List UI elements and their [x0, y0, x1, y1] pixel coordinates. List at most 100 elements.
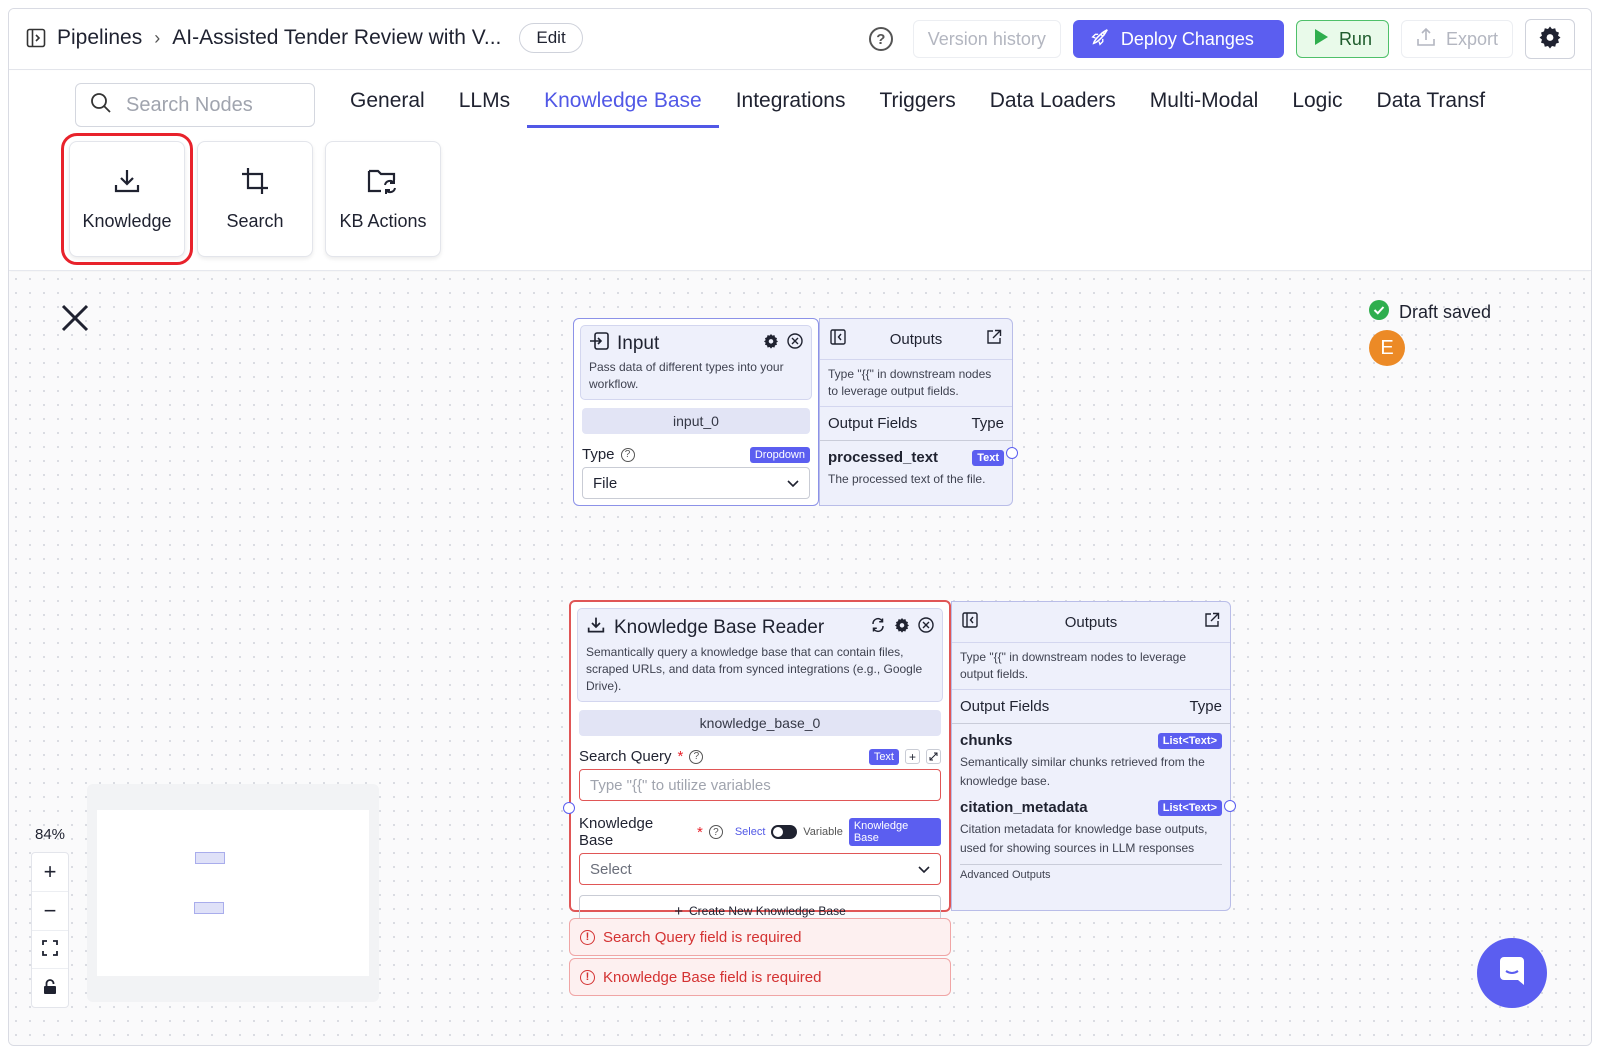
- tab-data-loaders[interactable]: Data Loaders: [973, 83, 1133, 128]
- version-history-button[interactable]: Version history: [912, 20, 1061, 58]
- breadcrumb-separator: ›: [154, 27, 161, 48]
- output-field-name: processed_text: [828, 449, 939, 466]
- input-node-header: Input Pass data of different types into …: [580, 325, 812, 400]
- plus-icon[interactable]: +: [905, 749, 920, 764]
- advanced-outputs-label: Advanced Outputs: [960, 869, 1051, 881]
- close-icon[interactable]: [59, 302, 91, 334]
- search-nodes-box[interactable]: [75, 83, 315, 127]
- workflow-canvas[interactable]: Draft saved E Input Pass data of differe…: [9, 272, 1591, 1045]
- output-type-chip: Text: [972, 449, 1004, 466]
- settings-button[interactable]: [1525, 19, 1575, 59]
- search-nodes-input[interactable]: [126, 93, 296, 117]
- minimap-node: [195, 852, 225, 864]
- input-node[interactable]: Input Pass data of different types into …: [573, 318, 819, 506]
- gear-icon[interactable]: [763, 333, 779, 354]
- search-query-placeholder: Type "{{" to utilize variables: [590, 776, 771, 794]
- run-button[interactable]: Run: [1295, 20, 1389, 58]
- question-icon: ?: [708, 825, 723, 839]
- close-circle-icon[interactable]: [918, 617, 934, 638]
- input-node-name[interactable]: input_0: [582, 408, 810, 434]
- edit-name-button[interactable]: Edit: [519, 23, 583, 53]
- expand-icon[interactable]: [926, 749, 941, 764]
- chat-icon: [1496, 955, 1528, 992]
- search-query-label: Search Query: [579, 748, 672, 765]
- breadcrumb-pipelines-link[interactable]: Pipelines: [57, 26, 142, 50]
- tab-data-transform[interactable]: Data Transf: [1360, 83, 1503, 128]
- input-outputs-panel: Outputs Type "{{" in downstream nodes to…: [819, 318, 1013, 506]
- help-icon[interactable]: ?: [868, 27, 893, 51]
- download-icon: [586, 615, 606, 640]
- knowledge-node-card[interactable]: Knowledge: [61, 133, 193, 265]
- deploy-changes-button[interactable]: Deploy Changes: [1072, 20, 1284, 58]
- knowledge-base-error-text: Knowledge Base field is required: [603, 968, 822, 986]
- tab-llms[interactable]: LLMs: [442, 83, 527, 128]
- app-window: Pipelines › AI-Assisted Tender Review wi…: [8, 8, 1592, 1046]
- chevron-down-icon: [787, 475, 799, 492]
- tab-multi-modal[interactable]: Multi-Modal: [1133, 83, 1276, 128]
- type-select[interactable]: File: [582, 467, 810, 499]
- plus-icon: +: [674, 902, 683, 920]
- search-node-card[interactable]: Search: [197, 141, 313, 257]
- dropdown-chip: Dropdown: [749, 446, 810, 463]
- output-field-citation-metadata: citation_metadata List<Text> Citation me…: [952, 791, 1230, 858]
- knowledge-base-select[interactable]: Select: [579, 853, 941, 885]
- output-type-chip: List<Text>: [1157, 799, 1222, 816]
- lock-button[interactable]: [32, 969, 68, 1007]
- output-field-description: Citation metadata for knowledge base out…: [960, 822, 1208, 855]
- crop-icon: [240, 166, 270, 201]
- fit-view-button[interactable]: [32, 931, 68, 970]
- knowledge-base-label: Knowledge Base: [579, 815, 654, 849]
- close-circle-icon[interactable]: [787, 333, 803, 354]
- select-variable-toggle[interactable]: [771, 825, 798, 839]
- create-kb-label: Create New Knowledge Base: [689, 904, 846, 918]
- output-fields-header: Output Fields Type: [820, 407, 1012, 441]
- required-asterisk: *: [677, 748, 684, 765]
- advanced-outputs-toggle[interactable]: Advanced Outputs: [960, 864, 1222, 881]
- zoom-out-button[interactable]: −: [32, 892, 68, 931]
- kb-actions-node-card[interactable]: KB Actions: [325, 141, 441, 257]
- tab-knowledge-base[interactable]: Knowledge Base: [527, 83, 719, 128]
- toggle-variable-label: Variable: [803, 826, 843, 838]
- export-button[interactable]: Export: [1400, 20, 1513, 58]
- kb-node-name[interactable]: knowledge_base_0: [579, 710, 941, 736]
- search-query-error-text: Search Query field is required: [603, 928, 802, 946]
- avatar[interactable]: E: [1369, 330, 1405, 366]
- tab-triggers[interactable]: Triggers: [862, 83, 972, 128]
- type-column-label: Type: [971, 415, 1004, 432]
- alert-circle-icon: !: [580, 969, 595, 985]
- question-icon: ?: [620, 447, 635, 462]
- refresh-icon[interactable]: [870, 617, 886, 638]
- search-icon: [90, 92, 112, 119]
- toolbar-actions: ? Version history Deploy Changes Run Exp…: [868, 19, 1575, 59]
- tab-logic[interactable]: Logic: [1275, 83, 1359, 128]
- tab-integrations[interactable]: Integrations: [719, 83, 863, 128]
- tab-general[interactable]: General: [333, 83, 442, 128]
- knowledge-base-error: ! Knowledge Base field is required: [569, 958, 951, 996]
- search-query-input[interactable]: Type "{{" to utilize variables: [579, 769, 941, 801]
- chat-launcher-button[interactable]: [1477, 938, 1547, 1008]
- play-icon: [1313, 28, 1329, 51]
- output-field-chunks: chunks List<Text> Semantically similar c…: [952, 724, 1230, 791]
- kb-input-handle[interactable]: [563, 802, 575, 814]
- kb-output-handle[interactable]: [1224, 800, 1236, 812]
- knowledge-base-reader-node[interactable]: Knowledge Base Reader Semantically query…: [569, 600, 951, 927]
- text-chip: Text: [868, 748, 899, 765]
- external-link-icon[interactable]: [1204, 612, 1220, 632]
- sidebar-toggle-icon[interactable]: [25, 27, 47, 49]
- zoom-controls: + −: [31, 852, 69, 1008]
- search-card-label: Search: [226, 211, 284, 231]
- alert-circle-icon: !: [580, 929, 595, 945]
- node-cards: Knowledge Search KB Actions: [61, 133, 441, 265]
- version-history-label: Version history: [927, 28, 1046, 49]
- output-type-chip: List<Text>: [1157, 732, 1222, 749]
- input-output-handle[interactable]: [1006, 447, 1018, 459]
- collapse-panel-icon[interactable]: [830, 329, 846, 349]
- outputs-hint: Type "{{" in downstream nodes to leverag…: [952, 643, 1230, 690]
- zoom-in-button[interactable]: +: [32, 853, 68, 892]
- minimap[interactable]: [87, 784, 379, 1002]
- external-link-icon[interactable]: [986, 329, 1002, 349]
- node-palette: General LLMs Knowledge Base Integrations…: [9, 71, 1591, 271]
- collapse-panel-icon[interactable]: [962, 612, 978, 632]
- outputs-title: Outputs: [1064, 613, 1118, 631]
- gear-icon[interactable]: [894, 617, 910, 638]
